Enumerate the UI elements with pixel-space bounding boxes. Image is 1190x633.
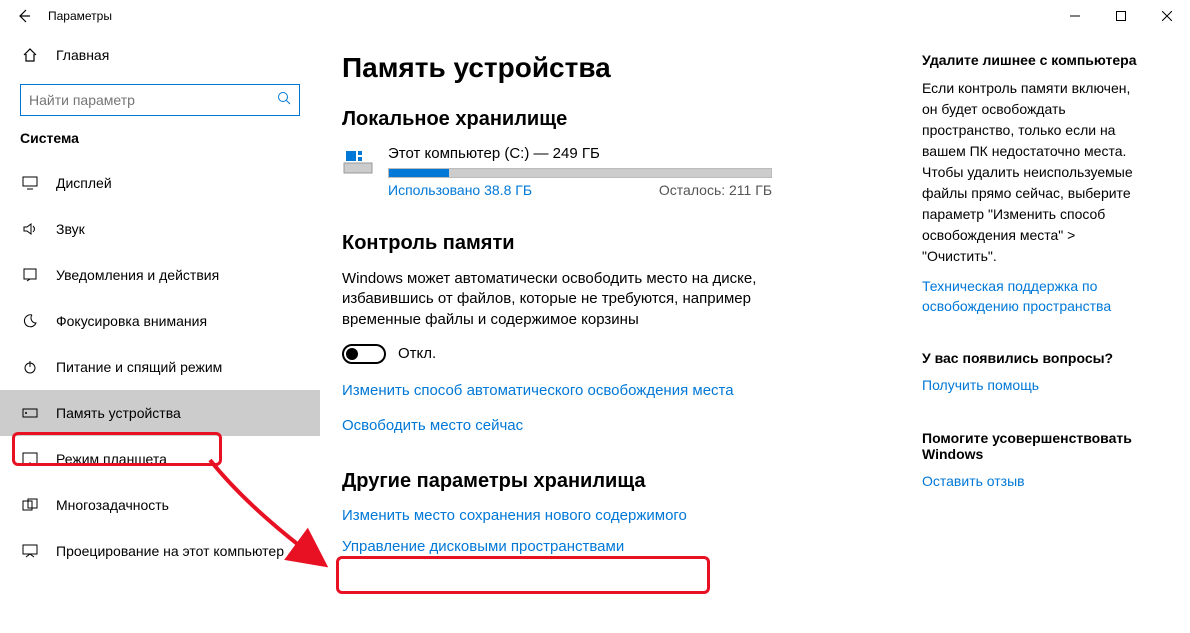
display-icon [20, 176, 40, 190]
sidebar-item-projecting[interactable]: Проецирование на этот компьютер [0, 528, 320, 574]
manage-storage-spaces-link[interactable]: Управление дисковыми пространствами [342, 538, 882, 555]
back-button[interactable] [8, 0, 40, 32]
project-icon [20, 544, 40, 558]
search-field[interactable] [29, 92, 277, 108]
sidebar-item-power[interactable]: Питание и спящий режим [0, 344, 320, 390]
local-storage-heading: Локальное хранилище [342, 108, 882, 131]
drive-used-link[interactable]: Использовано 38.8 ГБ [388, 182, 532, 198]
arrow-left-icon [16, 8, 32, 24]
close-button[interactable] [1144, 0, 1190, 32]
storage-sense-heading: Контроль памяти [342, 232, 882, 255]
maximize-button[interactable] [1098, 0, 1144, 32]
sidebar-item-label: Фокусировка внимания [56, 313, 207, 329]
notifications-icon [20, 267, 40, 283]
main-column: Память устройства Локальное хранилище Эт… [342, 52, 882, 633]
sidebar: Главная Система Дисплей Звук Уведомления… [0, 32, 320, 633]
content: Память устройства Локальное хранилище Эт… [320, 32, 1190, 633]
drive-name: Этот компьютер (C:) — 249 ГБ [388, 145, 882, 162]
power-icon [20, 359, 40, 375]
tip-support-link[interactable]: Техническая поддержка по освобождению пр… [922, 277, 1142, 316]
sidebar-item-multitask[interactable]: Многозадачность [0, 482, 320, 528]
drive-block[interactable]: Этот компьютер (C:) — 249 ГБ Использован… [342, 145, 882, 198]
window-controls [1052, 0, 1190, 32]
change-auto-free-link[interactable]: Изменить способ автоматического освобожд… [342, 382, 734, 399]
change-save-location-link[interactable]: Изменить место сохранения нового содержи… [342, 507, 882, 524]
feedback-heading: Помогите усовершенствовать Windows [922, 430, 1142, 462]
sidebar-item-sound[interactable]: Звук [0, 206, 320, 252]
toggle-state-label: Откл. [398, 345, 436, 362]
feedback-link[interactable]: Оставить отзыв [922, 472, 1142, 492]
minimize-button[interactable] [1052, 0, 1098, 32]
window-title: Параметры [48, 9, 112, 23]
storage-icon [20, 408, 40, 418]
tip-body: Если контроль памяти включен, он будет о… [922, 78, 1142, 267]
storage-sense-toggle[interactable] [342, 344, 386, 364]
titlebar: Параметры [0, 0, 1190, 32]
sidebar-item-display[interactable]: Дисплей [0, 160, 320, 206]
maximize-icon [1116, 11, 1126, 21]
search-icon [277, 91, 291, 110]
sidebar-item-tablet[interactable]: Режим планшета [0, 436, 320, 482]
sidebar-item-label: Дисплей [56, 175, 112, 191]
sound-icon [20, 221, 40, 237]
home-label: Главная [56, 47, 109, 63]
storage-sense-description: Windows может автоматически освободить м… [342, 269, 772, 330]
get-help-link[interactable]: Получить помощь [922, 376, 1142, 396]
home-link[interactable]: Главная [20, 32, 300, 78]
home-icon [20, 47, 40, 63]
sidebar-item-notifications[interactable]: Уведомления и действия [0, 252, 320, 298]
close-icon [1162, 11, 1172, 21]
page-title: Память устройства [342, 52, 882, 84]
questions-heading: У вас появились вопросы? [922, 350, 1142, 366]
drive-icon [342, 145, 374, 177]
sidebar-item-label: Питание и спящий режим [56, 359, 222, 375]
right-column: Удалите лишнее с компьютера Если контрол… [882, 52, 1142, 633]
free-now-link[interactable]: Освободить место сейчас [342, 417, 523, 434]
sidebar-item-label: Память устройства [56, 405, 181, 421]
sidebar-item-focus[interactable]: Фокусировка внимания [0, 298, 320, 344]
sidebar-item-label: Режим планшета [56, 451, 167, 467]
group-title-system: Система [20, 130, 300, 146]
sidebar-item-label: Уведомления и действия [56, 267, 219, 283]
tip-heading: Удалите лишнее с компьютера [922, 52, 1142, 68]
drive-free-label: Осталось: 211 ГБ [659, 182, 772, 198]
multitask-icon [20, 498, 40, 512]
other-storage-heading: Другие параметры хранилища [342, 470, 882, 493]
moon-icon [20, 313, 40, 329]
tablet-icon [20, 452, 40, 466]
sidebar-item-label: Звук [56, 221, 85, 237]
search-input[interactable] [20, 84, 300, 116]
sidebar-item-storage[interactable]: Память устройства [0, 390, 320, 436]
minimize-icon [1070, 11, 1080, 21]
drive-usage-bar [388, 168, 772, 178]
sidebar-item-label: Многозадачность [56, 497, 169, 513]
sidebar-item-label: Проецирование на этот компьютер [56, 543, 284, 559]
